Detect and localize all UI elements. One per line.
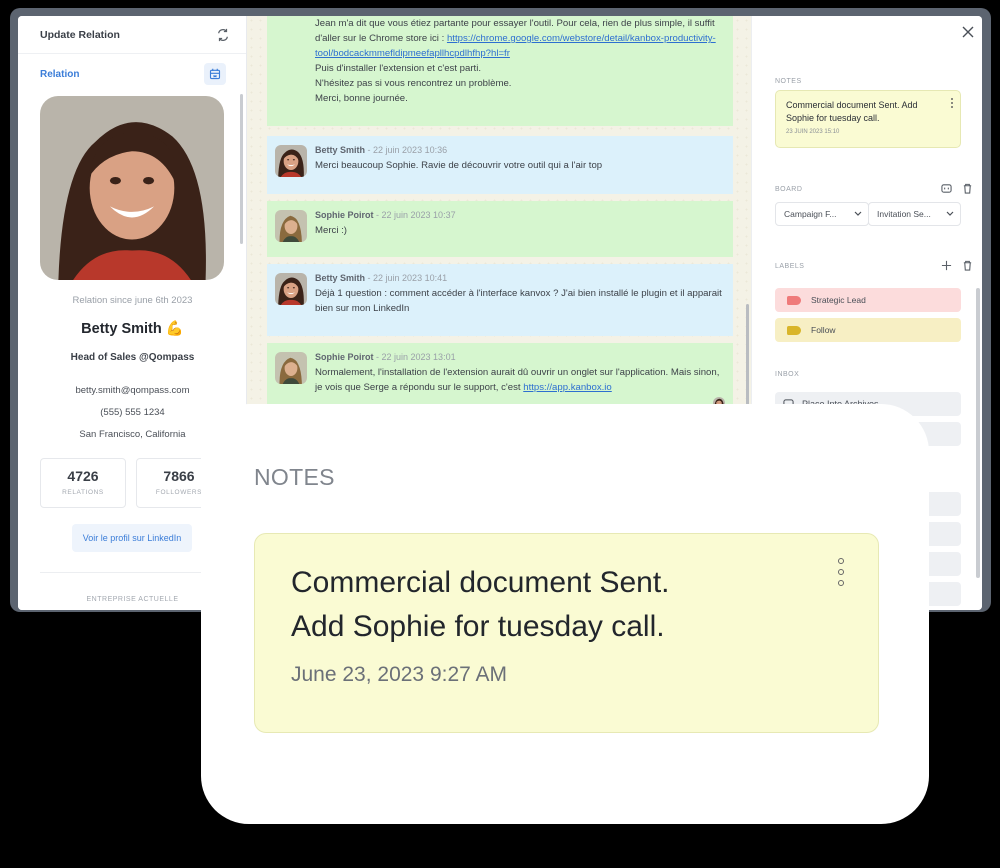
note-text-line: Add Sophie for tuesday call. <box>291 610 665 643</box>
profile-phone: (555) 555 1234 <box>100 407 165 418</box>
profile-role: Head of Sales @Qompass <box>70 352 195 363</box>
profile-email[interactable]: betty.smith@qompass.com <box>18 385 247 396</box>
labels-section-title: LABELS <box>775 263 805 270</box>
inbox-section-title: INBOX <box>775 371 800 378</box>
avatar <box>275 273 307 305</box>
board-section-title: BOARD <box>775 186 803 193</box>
message-author: Sophie Poirot <box>315 210 374 220</box>
message-text: Déjà 1 question : comment accéder à l'in… <box>315 288 722 314</box>
notes-title: NOTES <box>254 464 335 490</box>
left-scrollbar[interactable] <box>240 94 243 244</box>
notes-zoom-card: NOTES Commercial document Sent. Add Soph… <box>201 404 929 824</box>
chat-scrollbar[interactable] <box>746 304 749 414</box>
board-icon[interactable] <box>941 183 952 194</box>
linkedin-profile-button[interactable]: Voir le profil sur LinkedIn <box>72 524 192 552</box>
message-text: Merci beaucoup Sophie. Ravie de découvri… <box>315 160 603 171</box>
trash-icon[interactable] <box>962 183 973 194</box>
close-icon[interactable] <box>962 26 974 38</box>
note-card[interactable]: Commercial document Sent. Add Sophie for… <box>775 90 961 148</box>
label-strategic-lead[interactable]: Strategic Lead <box>775 288 961 312</box>
note-date: 23 JUIN 2023 15:10 <box>786 129 840 135</box>
message-link[interactable]: https://app.kanbox.io <box>523 382 612 393</box>
campaign-select[interactable]: Campaign F... <box>775 202 869 226</box>
divider <box>40 572 224 573</box>
relation-section-header: Relation <box>18 54 246 94</box>
message-author: Betty Smith <box>315 145 366 155</box>
note-text-line: Commercial document Sent. <box>291 566 670 599</box>
label-tag-icon <box>787 295 801 305</box>
select-value: Invitation Se... <box>877 209 931 219</box>
message-time: - 22 juin 2023 10:36 <box>367 145 448 155</box>
more-options-icon[interactable] <box>838 558 846 591</box>
message-time: - 22 juin 2023 10:41 <box>367 273 448 283</box>
trash-icon[interactable] <box>962 260 973 271</box>
note-card[interactable]: Commercial document Sent. Add Sophie for… <box>254 533 879 733</box>
chat-message: Betty Smith - 22 juin 2023 10:41 Déjà 1 … <box>267 264 733 336</box>
chevron-down-icon <box>946 211 954 217</box>
label-tag-icon <box>787 325 801 335</box>
avatar <box>275 145 307 177</box>
message-author: Betty Smith <box>315 273 366 283</box>
message-author: Sophie Poirot <box>315 352 374 362</box>
chevron-down-icon <box>854 211 862 217</box>
select-value: Campaign F... <box>784 209 837 219</box>
label-follow[interactable]: Follow <box>775 318 961 342</box>
note-date: June 23, 2023 9:27 AM <box>291 663 507 686</box>
avatar <box>275 210 307 242</box>
stage-select[interactable]: Invitation Se... <box>868 202 961 226</box>
label-name: Strategic Lead <box>811 295 866 305</box>
sidebar-scrollbar[interactable] <box>976 288 980 578</box>
relation-section-label: Relation <box>40 68 80 80</box>
note-text: Commercial document Sent. Add Sophie for… <box>786 100 918 123</box>
stat-label: RELATIONS <box>62 489 104 496</box>
calendar-icon[interactable] <box>204 63 226 85</box>
profile-name: Betty Smith 💪 <box>81 321 184 337</box>
relation-panel-header: Update Relation <box>18 16 246 54</box>
message-time: - 22 juin 2023 10:37 <box>376 210 456 220</box>
avatar <box>275 352 307 384</box>
message-text: Merci, bonne journée. <box>315 93 408 104</box>
add-icon[interactable] <box>941 260 952 271</box>
message-text: N'hésitez pas si vous rencontrez un prob… <box>315 78 512 89</box>
message-text: Puis d'installer l'extension et c'est pa… <box>315 63 482 74</box>
chat-message: Sophie Poirot - 22 juin 2023 10:37 Merci… <box>267 201 733 257</box>
relation-since: Relation since june 6th 2023 <box>72 295 193 306</box>
notes-section-title: NOTES <box>775 78 802 85</box>
message-text: Normalement, l'installation de l'extensi… <box>315 367 720 393</box>
chat-message: Jean m'a dit que vous étiez partante pou… <box>267 16 733 126</box>
label-name: Follow <box>811 325 836 335</box>
chat-message: Betty Smith - 22 juin 2023 10:36 Merci b… <box>267 136 733 194</box>
sync-icon[interactable] <box>216 28 230 42</box>
stat-value: 4726 <box>67 468 99 484</box>
message-text: Merci :) <box>315 225 347 236</box>
panel-title: Update Relation <box>40 28 120 41</box>
more-options-icon[interactable] <box>950 98 954 110</box>
profile-photo <box>40 96 224 280</box>
message-time: - 22 juin 2023 13:01 <box>376 352 456 362</box>
stat-relations: 4726 RELATIONS <box>40 458 126 508</box>
